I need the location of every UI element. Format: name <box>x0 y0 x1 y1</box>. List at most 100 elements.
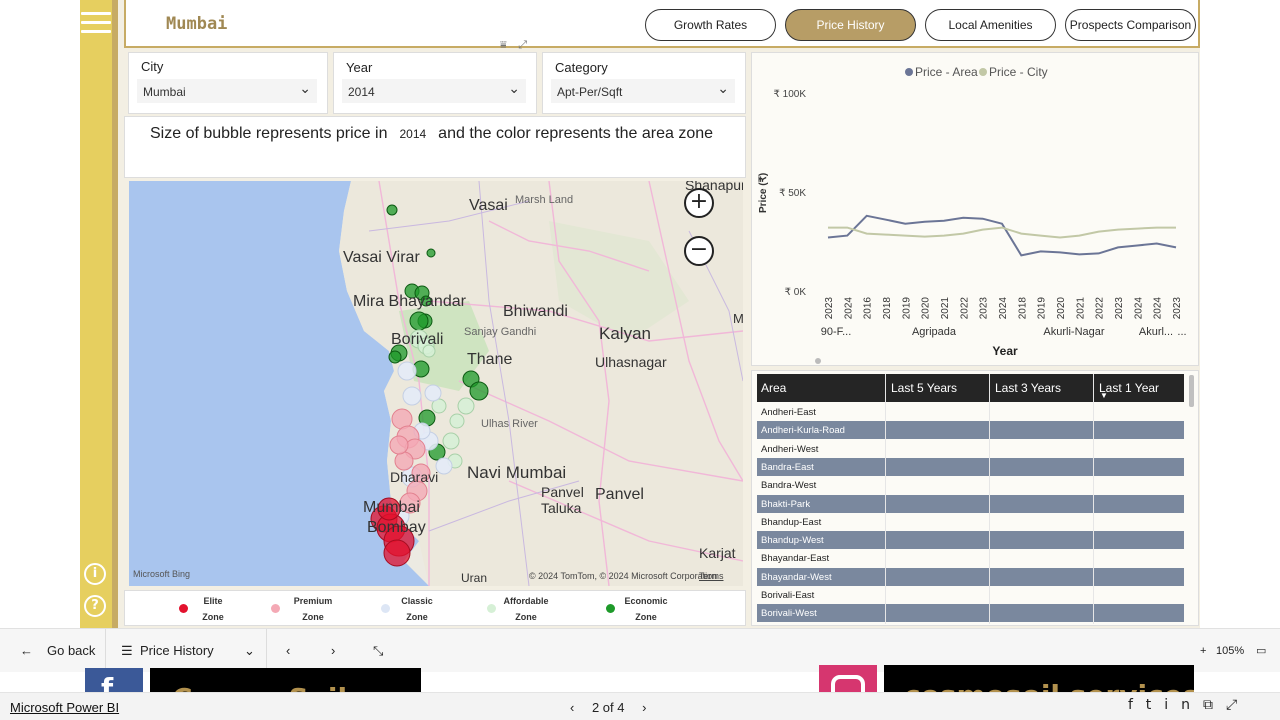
table-row[interactable]: Bandra-East <box>757 457 1184 476</box>
table-header: Area Last 5 Years Last 3 Years Last 1 Ye… <box>757 374 1184 402</box>
map-terms-link[interactable]: Terms <box>699 571 724 581</box>
fullscreen-icon[interactable]: ⤢ <box>1226 697 1250 713</box>
twitter-share-icon[interactable]: t <box>1146 697 1165 713</box>
x-tick-label: 2019 <box>1037 297 1048 320</box>
go-back-button[interactable]: Go back <box>47 643 95 658</box>
previous-page-icon[interactable]: ‹ <box>286 643 290 658</box>
chevron-down-icon: ⌄ <box>717 81 729 97</box>
year-slicer-label: Year <box>346 60 373 75</box>
back-arrow-icon[interactable]: ← <box>20 643 33 658</box>
x-tick-label: 2020 <box>921 297 932 320</box>
table-row[interactable]: Bandra-West <box>757 476 1184 494</box>
info-icon[interactable]: i <box>84 563 106 585</box>
map-label-mumbai: Mumbai <box>363 499 420 516</box>
map-label-navi-mumbai: Navi Mumbai <box>467 463 567 482</box>
y-tick-label: ₹ 50K <box>779 188 806 199</box>
table-row[interactable]: Bhandup-West <box>757 531 1184 550</box>
left-rail <box>80 0 118 628</box>
prev-page-icon[interactable]: ‹ <box>570 700 574 715</box>
nav-local-amenities[interactable]: Local Amenities <box>925 9 1056 41</box>
collapse-icon[interactable]: ⤡ <box>373 643 383 659</box>
table-row[interactable]: Andheri-West <box>757 440 1184 458</box>
city-dropdown[interactable]: Mumbai ⌄ <box>137 79 317 103</box>
col-last-3-years[interactable]: Last 3 Years <box>995 381 1061 395</box>
map-label-borivali: Borivali <box>391 331 444 348</box>
legend-premium: Premium Zone <box>293 596 333 622</box>
power-bi-link[interactable]: Microsoft Power BI <box>10 700 119 715</box>
year-dropdown[interactable]: 2014 ⌄ <box>342 79 526 103</box>
classic-zone-swatch <box>381 604 390 613</box>
premium-zone-swatch <box>271 604 280 613</box>
page-name-dropdown[interactable]: Price History <box>140 643 214 658</box>
col-last-5-years[interactable]: Last 5 Years <box>891 381 957 395</box>
help-icon[interactable]: ? <box>84 595 106 617</box>
x-axis-label: Year <box>992 344 1018 358</box>
map-attribution: © 2024 TomTom, © 2024 Microsoft Corporat… <box>529 571 718 581</box>
chevron-down-icon[interactable]: ⌄ <box>244 643 255 659</box>
focus-mode-icon[interactable]: ⤢ <box>518 38 527 51</box>
bing-logo: Microsoft Bing <box>133 569 191 579</box>
series-line-city <box>828 226 1176 239</box>
table-row[interactable]: Andheri-Kurla-Road <box>757 421 1184 440</box>
map-label-mira-bhayandar: Mira Bhayandar <box>353 293 466 310</box>
zoom-in-small-icon[interactable]: + <box>1200 645 1206 657</box>
promo-left-text: Cosmo-Soil.com <box>172 682 421 692</box>
filter-icon[interactable]: ⩸ <box>500 38 507 51</box>
table-row[interactable]: Bhayandar-East <box>757 549 1184 567</box>
legend-label-city: Price - City <box>989 65 1048 79</box>
linkedin-share-icon[interactable]: in <box>1164 697 1203 713</box>
map-label-thane: Thane <box>467 351 513 368</box>
nav-prospects-comparison[interactable]: Prospects Comparison <box>1065 9 1196 41</box>
menu-icon[interactable] <box>81 12 111 39</box>
table-row[interactable]: Borivali-East <box>757 586 1184 604</box>
legend-swatch-city <box>979 68 987 76</box>
map-label-panvel-taluka: Panvel Taluka <box>541 484 584 516</box>
y-axis-label: Price (₹) <box>758 173 769 213</box>
visual-header-icons: ⩸ ⤢ <box>500 38 527 52</box>
zoom-in-button[interactable]: + <box>684 188 714 218</box>
zoom-level[interactable]: 105% <box>1216 645 1244 657</box>
col-area[interactable]: Area <box>761 381 786 395</box>
nav-growth-rates[interactable]: Growth Rates <box>645 9 776 41</box>
page-title: Mumbai <box>166 14 228 34</box>
map-label-bhiwandi: Bhiwandi <box>503 303 568 320</box>
x-tick-label: 2022 <box>959 297 970 320</box>
table-row[interactable]: Andheri-East <box>757 403 1184 421</box>
table-row[interactable]: Borivali-West <box>757 604 1184 623</box>
subtitle-text-before: Size of bubble represents price in <box>150 125 388 142</box>
instagram-logo <box>819 665 877 692</box>
zoom-out-button[interactable]: − <box>684 236 714 266</box>
x-tick-label: 2021 <box>940 297 951 320</box>
x-tick-label: 2024 <box>998 297 1009 320</box>
table-row[interactable]: Bhakti-Park <box>757 494 1184 513</box>
next-page-icon[interactable]: › <box>642 700 646 715</box>
bubble-map[interactable]: Vasai Marsh Land Shanapur Vasai Virar Mi… <box>129 181 743 586</box>
table-row[interactable]: Bhayandar-West <box>757 567 1184 586</box>
nav-price-history[interactable]: Price History <box>785 9 916 41</box>
table-row[interactable]: Bhandup-East <box>757 513 1184 531</box>
fit-to-page-icon[interactable]: ▭ <box>1256 644 1266 657</box>
city-slicer-label: City <box>141 59 164 74</box>
col-last-1-year[interactable]: Last 1 Year <box>1099 381 1159 395</box>
price-history-chart[interactable]: Price - Area Price - City ₹ 100K ₹ 50K ₹ 0K P… <box>751 52 1199 366</box>
map-canvas <box>129 181 743 586</box>
x-group-label: 90-F... <box>821 326 852 338</box>
year-slicer: Year 2014 ⌄ <box>333 52 537 114</box>
embed-icon[interactable]: ⧉ <box>1203 697 1226 713</box>
facebook-share-icon[interactable]: f <box>1128 697 1146 713</box>
pages-list-icon[interactable]: ☰ <box>121 643 133 659</box>
sort-desc-icon[interactable]: ▼ <box>1100 391 1108 400</box>
growth-table[interactable]: Area Last 5 Years Last 3 Years Last 1 Ye… <box>751 370 1199 626</box>
x-group-label: Agripada <box>912 326 957 338</box>
category-dropdown[interactable]: Apt-Per/Sqft ⌄ <box>551 79 735 103</box>
elite-zone-swatch <box>179 604 188 613</box>
x-tick-label: 2023 <box>979 297 990 320</box>
table-scrollbar[interactable] <box>1189 375 1194 407</box>
legend-elite: Elite Zone <box>202 596 224 622</box>
x-tick-label: 2022 <box>1095 297 1106 320</box>
y-tick-label: ₹ 0K <box>785 287 807 298</box>
x-group-label: ... <box>1177 326 1186 338</box>
x-group-label: Akurli-Nagar <box>1043 326 1104 338</box>
next-page-icon[interactable]: › <box>331 643 335 658</box>
map-label-ulhasnagar: Ulhasnagar <box>595 354 667 370</box>
